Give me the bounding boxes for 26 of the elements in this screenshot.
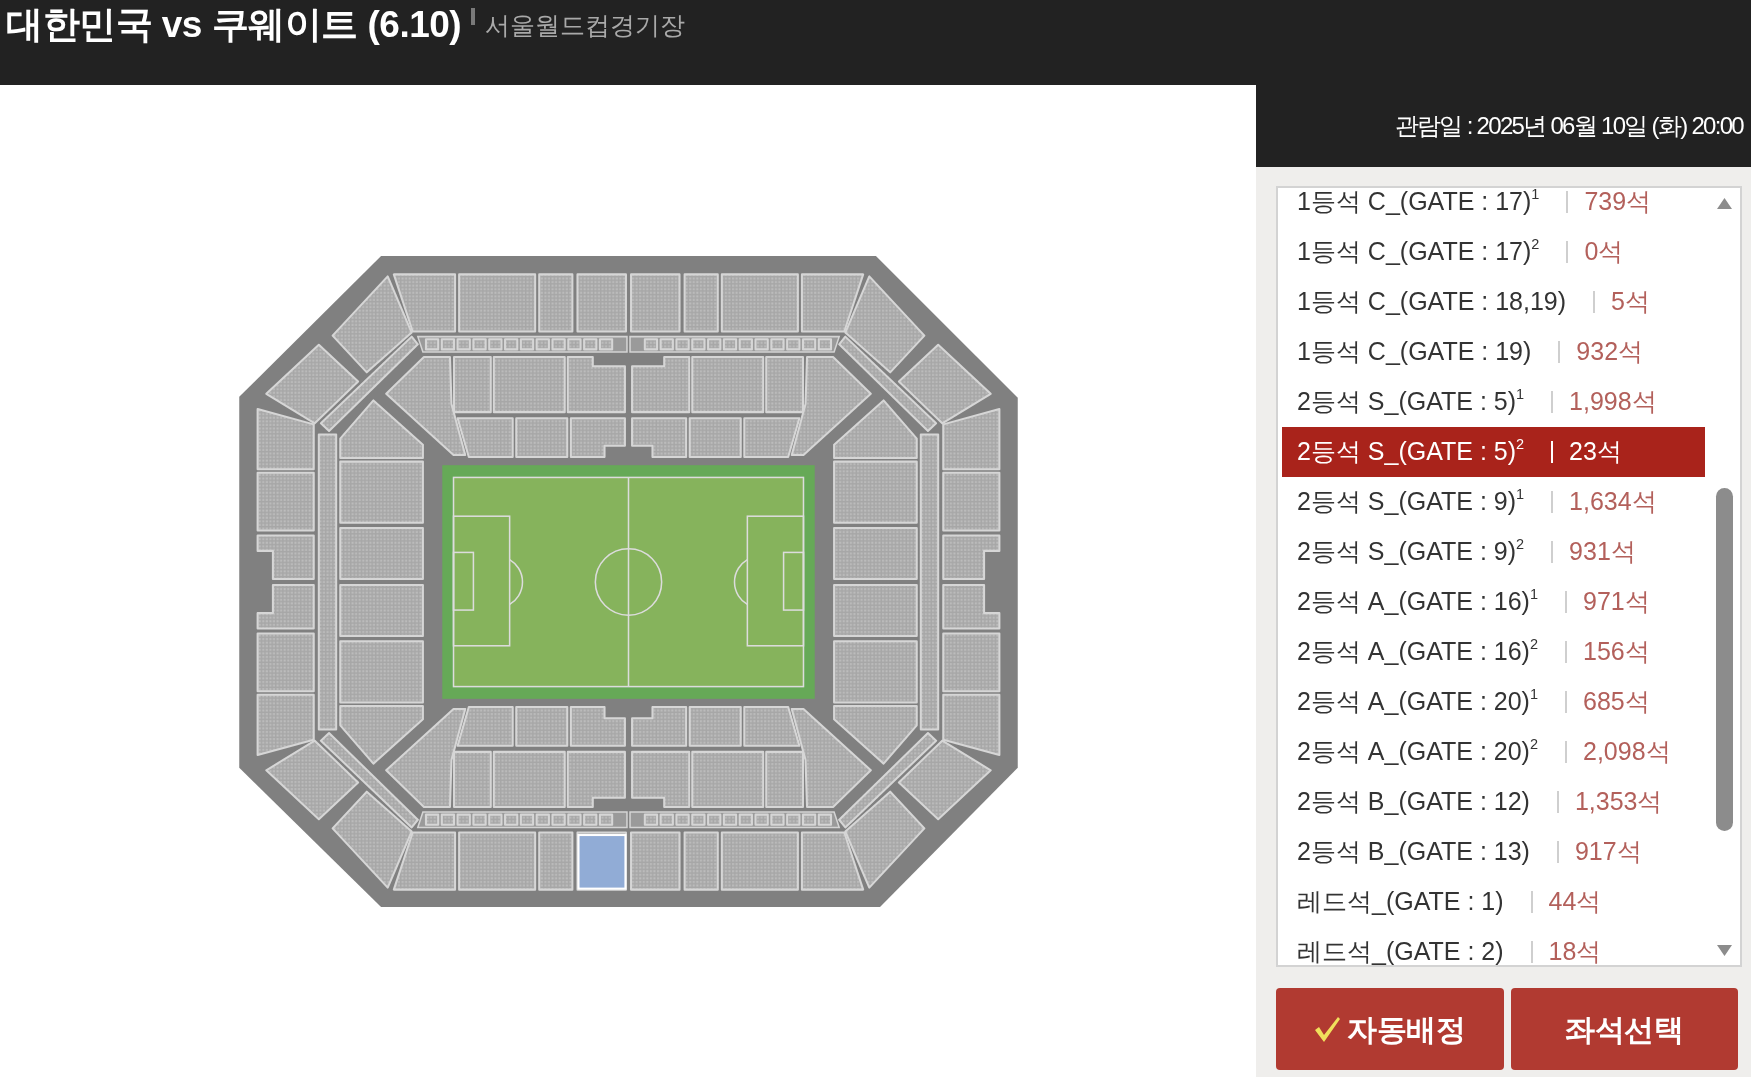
- seat-grade-item[interactable]: 1등석 C_(GATE : 17)$^{1}$ 739석: [1282, 188, 1705, 227]
- scroll-down-icon[interactable]: [1716, 944, 1733, 957]
- auto-assign-button[interactable]: 자동배정: [1276, 988, 1504, 1070]
- seat-grade-item[interactable]: 2등석 S_(GATE : 5)$^{1}$ 1,998석: [1282, 377, 1705, 427]
- check-icon: [1314, 1015, 1342, 1043]
- seat-select-button[interactable]: 좌석선택: [1510, 988, 1738, 1070]
- scroll-up-icon[interactable]: [1716, 197, 1733, 210]
- match-title: 대한민국 vs 쿠웨이트 (6.10): [6, 3, 462, 47]
- seat-grade-item[interactable]: 레드석_(GATE : 1) 44석: [1282, 877, 1705, 927]
- seat-grade-item[interactable]: 2등석 A_(GATE : 16)$^{1}$ 971석: [1282, 577, 1705, 627]
- stadium-seat-map[interactable]: [237, 254, 1019, 908]
- venue-name: 서울월드컵경기장: [485, 10, 686, 41]
- scrollbar-thumb[interactable]: [1716, 488, 1733, 831]
- seat-grade-item[interactable]: 2등석 S_(GATE : 5)$^{2}$ 23석: [1282, 427, 1705, 477]
- seat-grade-item[interactable]: 2등석 A_(GATE : 20)$^{1}$ 685석: [1282, 677, 1705, 727]
- seat-grade-item[interactable]: 1등석 C_(GATE : 19) 932석: [1282, 327, 1705, 377]
- seat-grade-item[interactable]: 2등석 B_(GATE : 12) 1,353석: [1282, 777, 1705, 827]
- seat-grade-item[interactable]: 1등석 C_(GATE : 18,19) 5석: [1282, 277, 1705, 327]
- viewing-date: 관람일 : 2025년 06월 10일 (화) 20:00: [1394, 111, 1743, 141]
- seat-grade-item[interactable]: 레드석_(GATE : 2) 18석: [1282, 927, 1705, 965]
- seat-grade-item[interactable]: 2등석 A_(GATE : 20)$^{2}$ 2,098석: [1282, 727, 1705, 777]
- seat-grade-item[interactable]: 2등석 S_(GATE : 9)$^{2}$ 931석: [1282, 527, 1705, 577]
- seat-grade-item[interactable]: 2등석 S_(GATE : 9)$^{1}$ 1,634석: [1282, 477, 1705, 527]
- seat-grade-item[interactable]: 2등석 B_(GATE : 13) 917석: [1282, 827, 1705, 877]
- seat-grade-item[interactable]: 2등석 A_(GATE : 16)$^{2}$ 156석: [1282, 627, 1705, 677]
- seat-grade-item[interactable]: 1등석 C_(GATE : 17)$^{2}$ 0석: [1282, 227, 1705, 277]
